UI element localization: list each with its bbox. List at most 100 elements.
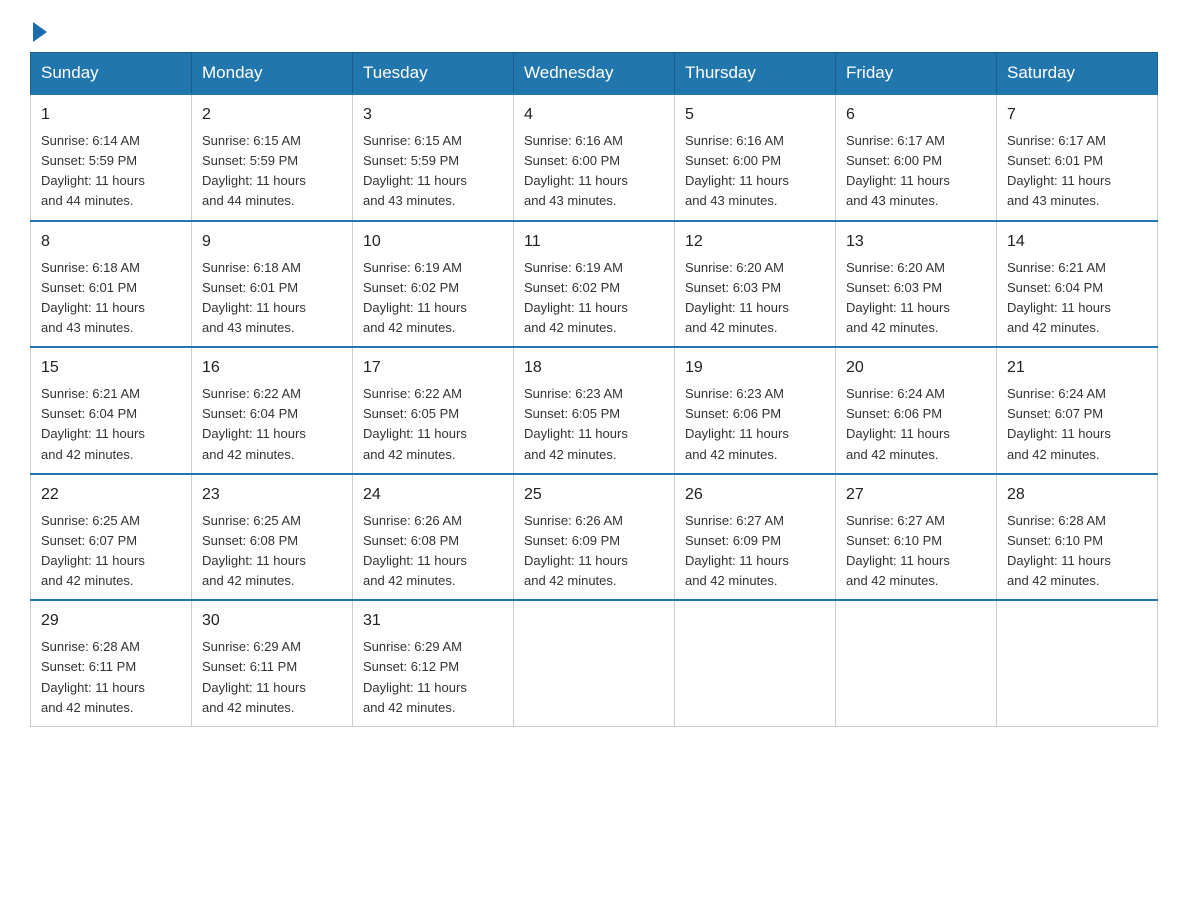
day-number: 10 [363,230,503,254]
col-sunday: Sunday [31,53,192,95]
table-row: 13Sunrise: 6:20 AMSunset: 6:03 PMDayligh… [836,221,997,348]
day-info: Sunrise: 6:21 AMSunset: 6:04 PMDaylight:… [1007,258,1147,339]
day-info: Sunrise: 6:23 AMSunset: 6:06 PMDaylight:… [685,384,825,465]
table-row [514,600,675,726]
day-number: 31 [363,609,503,633]
day-info: Sunrise: 6:26 AMSunset: 6:09 PMDaylight:… [524,511,664,592]
day-info: Sunrise: 6:18 AMSunset: 6:01 PMDaylight:… [202,258,342,339]
day-info: Sunrise: 6:21 AMSunset: 6:04 PMDaylight:… [41,384,181,465]
day-number: 12 [685,230,825,254]
col-monday: Monday [192,53,353,95]
day-number: 19 [685,356,825,380]
table-row: 10 Sunrise: 6:19 AMSunset: 6:02 PMDayligh… [353,221,514,348]
day-info: Sunrise: 6:26 AMSunset: 6:08 PMDaylight:… [363,511,503,592]
day-info: Sunrise: 6:25 AMSunset: 6:08 PMDaylight:… [202,511,342,592]
day-number: 16 [202,356,342,380]
day-info: Sunrise: 6:20 AMSunset: 6:03 PMDaylight:… [685,258,825,339]
table-row: 8 Sunrise: 6:18 AMSunset: 6:01 PMDaylight… [31,221,192,348]
table-row: 6 Sunrise: 6:17 AMSunset: 6:00 PMDaylight… [836,94,997,221]
day-info: Sunrise: 6:17 AMSunset: 6:00 PMDaylight:… [846,131,986,212]
table-row: 4 Sunrise: 6:16 AMSunset: 6:00 PMDaylight… [514,94,675,221]
table-row: 25 Sunrise: 6:26 AMSunset: 6:09 PMDayligh… [514,474,675,601]
day-info: Sunrise: 6:25 AMSunset: 6:07 PMDaylight:… [41,511,181,592]
day-info: Sunrise: 6:22 AMSunset: 6:05 PMDaylight:… [363,384,503,465]
day-number: 20 [846,356,986,380]
table-row: 22 Sunrise: 6:25 AMSunset: 6:07 PMDayligh… [31,474,192,601]
day-number: 17 [363,356,503,380]
table-row: 28Sunrise: 6:28 AMSunset: 6:10 PMDayligh… [997,474,1158,601]
table-row: 3 Sunrise: 6:15 AMSunset: 5:59 PMDaylight… [353,94,514,221]
table-row: 29 Sunrise: 6:28 AMSunset: 6:11 PMDayligh… [31,600,192,726]
day-info: Sunrise: 6:14 AMSunset: 5:59 PMDaylight:… [41,131,181,212]
calendar-week-3: 15 Sunrise: 6:21 AMSunset: 6:04 PMDayligh… [31,347,1158,474]
calendar-week-4: 22 Sunrise: 6:25 AMSunset: 6:07 PMDayligh… [31,474,1158,601]
day-info: Sunrise: 6:16 AMSunset: 6:00 PMDaylight:… [524,131,664,212]
calendar-week-5: 29 Sunrise: 6:28 AMSunset: 6:11 PMDayligh… [31,600,1158,726]
day-number: 27 [846,483,986,507]
col-tuesday: Tuesday [353,53,514,95]
day-info: Sunrise: 6:27 AMSunset: 6:10 PMDaylight:… [846,511,986,592]
day-number: 25 [524,483,664,507]
day-info: Sunrise: 6:28 AMSunset: 6:11 PMDaylight:… [41,637,181,718]
day-info: Sunrise: 6:15 AMSunset: 5:59 PMDaylight:… [363,131,503,212]
calendar-week-1: 1Sunrise: 6:14 AMSunset: 5:59 PMDaylight… [31,94,1158,221]
day-info: Sunrise: 6:19 AMSunset: 6:02 PMDaylight:… [363,258,503,339]
day-number: 2 [202,103,342,127]
table-row: 19 Sunrise: 6:23 AMSunset: 6:06 PMDayligh… [675,347,836,474]
day-info: Sunrise: 6:29 AMSunset: 6:11 PMDaylight:… [202,637,342,718]
day-number: 26 [685,483,825,507]
table-row: 18 Sunrise: 6:23 AMSunset: 6:05 PMDayligh… [514,347,675,474]
table-row [675,600,836,726]
day-number: 23 [202,483,342,507]
day-info: Sunrise: 6:24 AMSunset: 6:06 PMDaylight:… [846,384,986,465]
day-number: 15 [41,356,181,380]
day-info: Sunrise: 6:27 AMSunset: 6:09 PMDaylight:… [685,511,825,592]
day-number: 24 [363,483,503,507]
calendar-header-row: Sunday Monday Tuesday Wednesday Thursday… [31,53,1158,95]
day-info: Sunrise: 6:19 AMSunset: 6:02 PMDaylight:… [524,258,664,339]
day-info: Sunrise: 6:22 AMSunset: 6:04 PMDaylight:… [202,384,342,465]
day-number: 18 [524,356,664,380]
calendar: Sunday Monday Tuesday Wednesday Thursday… [30,52,1158,727]
day-info: Sunrise: 6:18 AMSunset: 6:01 PMDaylight:… [41,258,181,339]
table-row: 23 Sunrise: 6:25 AMSunset: 6:08 PMDayligh… [192,474,353,601]
day-number: 22 [41,483,181,507]
day-info: Sunrise: 6:20 AMSunset: 6:03 PMDaylight:… [846,258,986,339]
table-row: 27 Sunrise: 6:27 AMSunset: 6:10 PMDayligh… [836,474,997,601]
day-number: 14 [1007,230,1147,254]
col-friday: Friday [836,53,997,95]
day-info: Sunrise: 6:17 AMSunset: 6:01 PMDaylight:… [1007,131,1147,212]
day-info: Sunrise: 6:29 AMSunset: 6:12 PMDaylight:… [363,637,503,718]
table-row: 15 Sunrise: 6:21 AMSunset: 6:04 PMDayligh… [31,347,192,474]
header [30,20,1158,42]
col-wednesday: Wednesday [514,53,675,95]
table-row: 20 Sunrise: 6:24 AMSunset: 6:06 PMDayligh… [836,347,997,474]
day-number: 6 [846,103,986,127]
table-row: 7 Sunrise: 6:17 AMSunset: 6:01 PMDaylight… [997,94,1158,221]
day-number: 5 [685,103,825,127]
day-info: Sunrise: 6:28 AMSunset: 6:10 PMDaylight:… [1007,511,1147,592]
day-info: Sunrise: 6:24 AMSunset: 6:07 PMDaylight:… [1007,384,1147,465]
table-row: 24 Sunrise: 6:26 AMSunset: 6:08 PMDayligh… [353,474,514,601]
day-info: Sunrise: 6:23 AMSunset: 6:05 PMDaylight:… [524,384,664,465]
table-row: 12 Sunrise: 6:20 AMSunset: 6:03 PMDayligh… [675,221,836,348]
table-row [997,600,1158,726]
day-number: 4 [524,103,664,127]
day-number: 29 [41,609,181,633]
day-number: 8 [41,230,181,254]
table-row: 30 Sunrise: 6:29 AMSunset: 6:11 PMDayligh… [192,600,353,726]
table-row: 21 Sunrise: 6:24 AMSunset: 6:07 PMDayligh… [997,347,1158,474]
day-number: 21 [1007,356,1147,380]
table-row: 26 Sunrise: 6:27 AMSunset: 6:09 PMDayligh… [675,474,836,601]
day-number: 30 [202,609,342,633]
day-number: 3 [363,103,503,127]
logo [30,20,47,42]
table-row: 31 Sunrise: 6:29 AMSunset: 6:12 PMDayligh… [353,600,514,726]
col-thursday: Thursday [675,53,836,95]
logo-arrow-icon [33,22,47,42]
table-row: 16 Sunrise: 6:22 AMSunset: 6:04 PMDayligh… [192,347,353,474]
day-number: 7 [1007,103,1147,127]
table-row: 11Sunrise: 6:19 AMSunset: 6:02 PMDayligh… [514,221,675,348]
day-info: Sunrise: 6:16 AMSunset: 6:00 PMDaylight:… [685,131,825,212]
table-row: 2Sunrise: 6:15 AMSunset: 5:59 PMDaylight… [192,94,353,221]
